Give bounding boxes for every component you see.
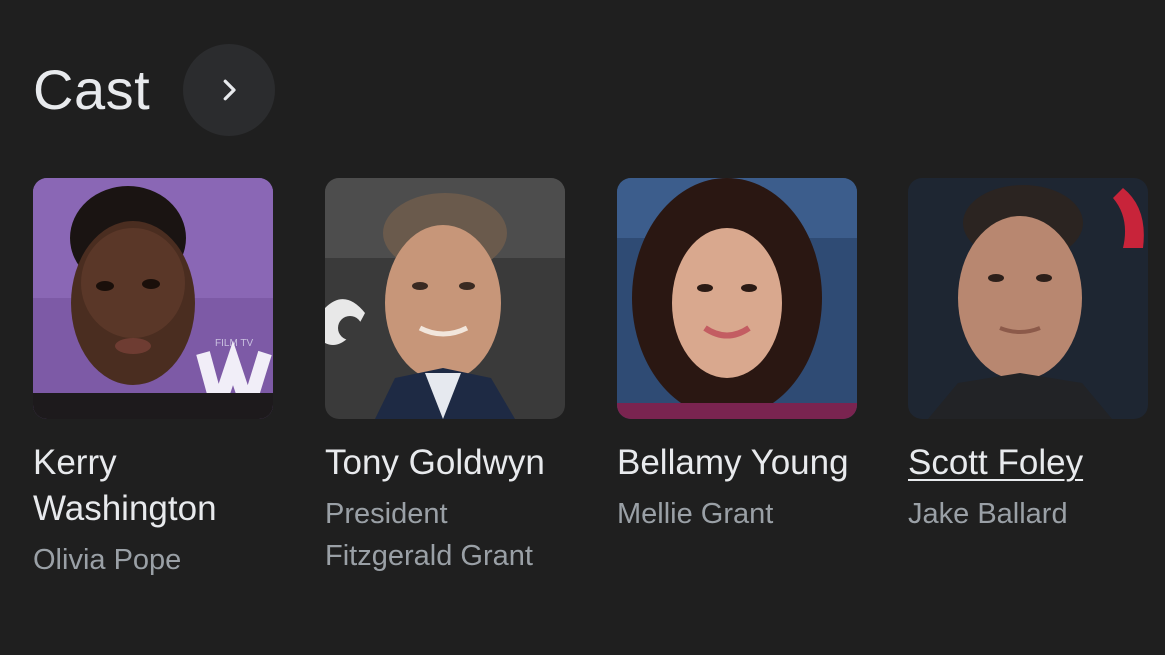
- character-name: Olivia Pope: [33, 544, 182, 576]
- actor-name[interactable]: Scott Foley: [908, 440, 1148, 486]
- character-name: Jake Ballard: [908, 498, 1068, 530]
- actor-photo[interactable]: [325, 178, 565, 419]
- character-name: Mellie Grant: [617, 498, 774, 530]
- cast-carousel: FILM TV Kerry Washington Olivia Pope Ton…: [0, 178, 1165, 638]
- see-more-button[interactable]: [183, 44, 275, 136]
- actor-photo[interactable]: [617, 178, 857, 419]
- chevron-right-icon: [223, 79, 236, 101]
- cast-card[interactable]: Tony Goldwyn President Fitzgerald Grant: [325, 178, 565, 577]
- actor-name[interactable]: Tony Goldwyn: [325, 440, 565, 486]
- cast-card[interactable]: Bellamy Young Mellie Grant: [617, 178, 857, 535]
- cast-card[interactable]: FILM TV Kerry Washington Olivia Pope: [33, 178, 273, 581]
- actor-name[interactable]: Bellamy Young: [617, 440, 857, 486]
- cast-header: Cast: [33, 44, 275, 136]
- actor-photo[interactable]: [908, 178, 1148, 419]
- actor-photo[interactable]: FILM TV: [33, 178, 273, 419]
- character-name: President Fitzgerald Grant: [325, 498, 533, 572]
- cast-card[interactable]: Scott Foley Jake Ballard: [908, 178, 1148, 535]
- actor-name[interactable]: Kerry Washington: [33, 440, 273, 532]
- section-title: Cast: [33, 58, 151, 121]
